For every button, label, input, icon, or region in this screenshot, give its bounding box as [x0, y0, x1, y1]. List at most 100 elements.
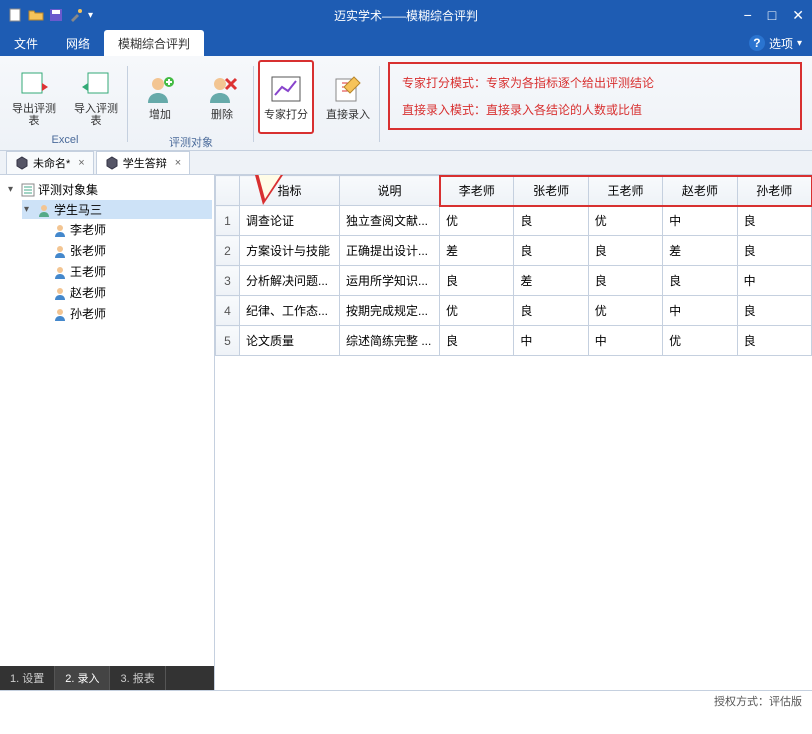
cell-value[interactable]: 中 — [737, 266, 811, 296]
col-teacher[interactable]: 张老师 — [514, 176, 588, 206]
cell-indicator[interactable]: 分析解决问题... — [240, 266, 340, 296]
qat-dropdown-icon[interactable]: ▾ — [88, 7, 104, 23]
cell-value[interactable]: 差 — [514, 266, 588, 296]
options-button[interactable]: 选项 — [769, 35, 793, 52]
table-row: 1调查论证独立查阅文献...优良优中良 — [216, 206, 812, 236]
direct-input-button[interactable]: 直接录入 — [320, 60, 376, 134]
cell-value[interactable]: 优 — [588, 296, 662, 326]
expert-score-label: 专家打分 — [264, 109, 308, 121]
doctab-unnamed[interactable]: 未命名* × — [6, 151, 94, 174]
tree-student[interactable]: ▾ 学生马三 — [22, 200, 212, 219]
menu-network[interactable]: 网络 — [52, 30, 104, 56]
tree-teacher-label: 孙老师 — [70, 305, 106, 322]
cell-value[interactable]: 优 — [440, 296, 514, 326]
maximize-button[interactable]: □ — [768, 7, 776, 23]
save-icon[interactable] — [48, 7, 64, 23]
direct-input-label: 直接录入 — [326, 109, 370, 121]
tab-report[interactable]: 3. 报表 — [110, 666, 165, 690]
close-button[interactable]: ✕ — [792, 7, 804, 24]
tree-teacher[interactable]: 李老师 — [38, 220, 212, 239]
menu-fuzzy[interactable]: 模糊综合评判 — [104, 30, 204, 56]
minimize-button[interactable]: − — [744, 7, 752, 23]
tree-teacher[interactable]: 孙老师 — [38, 304, 212, 323]
ribbon-group-score: 专家打分 直接录入 — [258, 60, 376, 148]
open-icon[interactable] — [28, 7, 44, 23]
cell-value[interactable]: 良 — [514, 236, 588, 266]
col-teacher[interactable]: 孙老师 — [737, 176, 811, 206]
cell-value[interactable]: 中 — [663, 296, 737, 326]
tree-teacher-label: 李老师 — [70, 221, 106, 238]
tab-settings[interactable]: 1. 设置 — [0, 666, 55, 690]
cell-desc[interactable]: 独立查阅文献... — [340, 206, 440, 236]
menu-file[interactable]: 文件 — [0, 30, 52, 56]
teacher-icon — [53, 286, 67, 300]
tree-teacher[interactable]: 张老师 — [38, 241, 212, 260]
ribbon-info-box: 专家打分模式：专家为各指标逐个给出评测结论 直接录入模式：直接录入各结论的人数或… — [388, 62, 802, 130]
cell-value[interactable]: 良 — [514, 206, 588, 236]
export-table-button[interactable]: 导出评测表 — [6, 60, 62, 134]
cell-value[interactable]: 良 — [514, 296, 588, 326]
ribbon-group-target: 增加 删除 评测对象 — [132, 60, 250, 148]
import-icon — [80, 67, 112, 99]
collapse-icon[interactable]: ▾ — [24, 204, 34, 215]
tree-teacher[interactable]: 王老师 — [38, 262, 212, 281]
cell-value[interactable]: 中 — [588, 326, 662, 356]
cell-indicator[interactable]: 论文质量 — [240, 326, 340, 356]
cell-value[interactable]: 良 — [737, 296, 811, 326]
edit-icon — [332, 73, 364, 105]
expert-score-button[interactable]: 专家打分 — [258, 60, 314, 134]
cell-desc[interactable]: 综述简练完整 ... — [340, 326, 440, 356]
close-icon[interactable]: × — [175, 157, 181, 169]
tree-root[interactable]: ▾ 评测对象集 — [6, 180, 212, 199]
new-icon[interactable] — [8, 7, 24, 23]
menu-right: ? 选项 ▾ — [749, 35, 812, 52]
cell-desc[interactable]: 按期完成规定... — [340, 296, 440, 326]
collapse-icon[interactable]: ▾ — [8, 184, 18, 195]
tools-icon[interactable] — [68, 7, 84, 23]
cell-value[interactable]: 差 — [663, 236, 737, 266]
row-number: 5 — [216, 326, 240, 356]
ribbon-group-excel: 导出评测表 导入评测表 Excel — [6, 60, 124, 148]
cell-value[interactable]: 差 — [440, 236, 514, 266]
options-dropdown-icon[interactable]: ▾ — [797, 38, 802, 49]
cell-value[interactable]: 优 — [663, 326, 737, 356]
cell-value[interactable]: 中 — [514, 326, 588, 356]
cell-value[interactable]: 良 — [588, 266, 662, 296]
cell-value[interactable]: 优 — [440, 206, 514, 236]
cell-value[interactable]: 良 — [737, 206, 811, 236]
col-teacher[interactable]: 赵老师 — [663, 176, 737, 206]
delete-button[interactable]: 删除 — [194, 60, 250, 134]
cell-value[interactable]: 良 — [663, 266, 737, 296]
cell-indicator[interactable]: 调查论证 — [240, 206, 340, 236]
cell-value[interactable]: 良 — [737, 236, 811, 266]
tree-teacher-label: 张老师 — [70, 242, 106, 259]
cell-value[interactable]: 良 — [737, 326, 811, 356]
delete-label: 删除 — [211, 109, 233, 121]
import-table-button[interactable]: 导入评测表 — [68, 60, 124, 134]
menu-bar: 文件 网络 模糊综合评判 ? 选项 ▾ — [0, 30, 812, 56]
cell-desc[interactable]: 正确提出设计... — [340, 236, 440, 266]
add-user-icon — [144, 73, 176, 105]
cell-desc[interactable]: 运用所学知识... — [340, 266, 440, 296]
export-label: 导出评测表 — [8, 103, 60, 127]
help-icon[interactable]: ? — [749, 35, 765, 51]
cell-value[interactable]: 良 — [440, 326, 514, 356]
add-button[interactable]: 增加 — [132, 60, 188, 134]
col-teacher[interactable]: 王老师 — [588, 176, 662, 206]
document-tabs: 未命名* × 学生答辩 × — [0, 151, 812, 175]
tab-input[interactable]: 2. 录入 — [55, 666, 110, 690]
cell-value[interactable]: 良 — [440, 266, 514, 296]
cell-value[interactable]: 良 — [588, 236, 662, 266]
tree-teacher[interactable]: 赵老师 — [38, 283, 212, 302]
import-label: 导入评测表 — [70, 103, 122, 127]
window-controls: − □ ✕ — [744, 7, 804, 24]
cell-indicator[interactable]: 方案设计与技能 — [240, 236, 340, 266]
doctab-unnamed-label: 未命名* — [33, 155, 70, 171]
doctab-student[interactable]: 学生答辩 × — [96, 151, 190, 174]
cell-indicator[interactable]: 纪律、工作态... — [240, 296, 340, 326]
student-icon — [37, 203, 51, 217]
close-icon[interactable]: × — [78, 157, 84, 169]
cell-value[interactable]: 中 — [663, 206, 737, 236]
cell-value[interactable]: 优 — [588, 206, 662, 236]
row-number: 3 — [216, 266, 240, 296]
